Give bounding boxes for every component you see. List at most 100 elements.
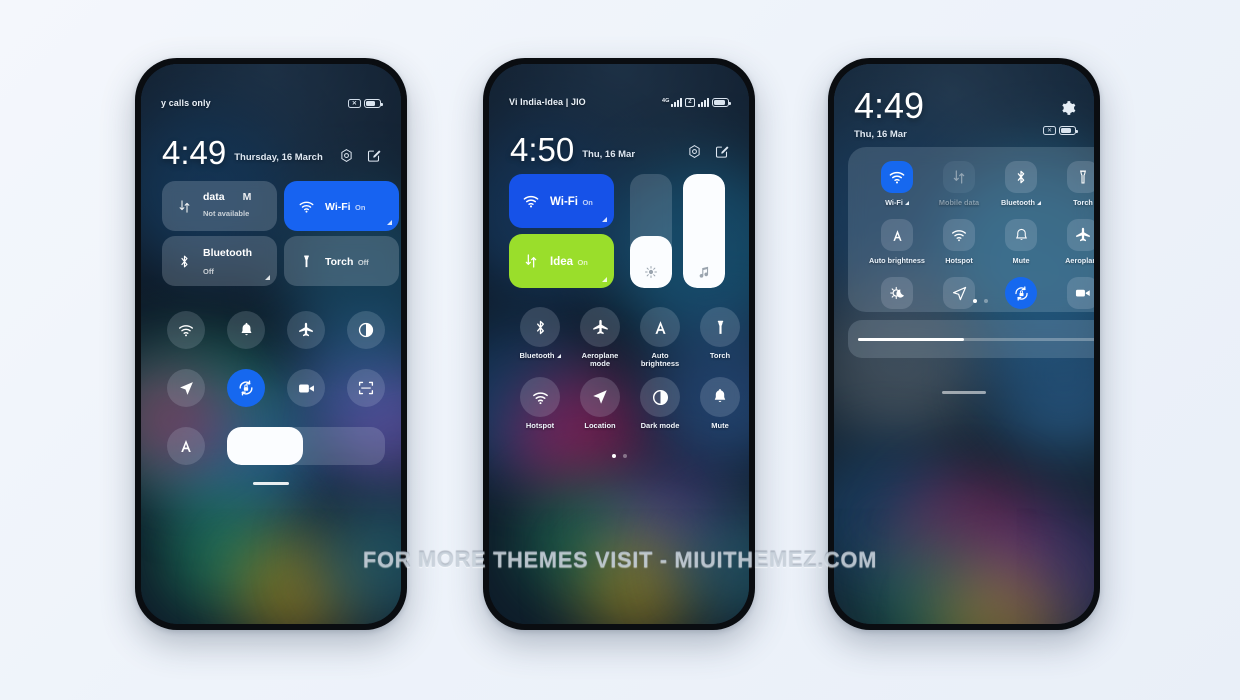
- expand-corner-icon[interactable]: [387, 220, 392, 225]
- qs-hotspot[interactable]: Hotspot: [928, 219, 990, 265]
- volume-slider[interactable]: [683, 174, 725, 288]
- qs-label: Dark mode: [640, 421, 680, 430]
- toggle-dark-mode[interactable]: [347, 311, 385, 349]
- aeroplane-icon: [1067, 219, 1094, 251]
- tile-title: Bluetooth: [203, 247, 252, 259]
- toggle-mute[interactable]: [227, 311, 265, 349]
- auto-brightness-icon: [881, 219, 913, 251]
- auto-brightness-icon: [181, 440, 191, 452]
- toggle-hotspot[interactable]: [167, 311, 205, 349]
- qs-label: Torch: [1073, 198, 1093, 207]
- qs-dark-mode[interactable]: Dark mode: [866, 277, 928, 312]
- clock-date: Thursday, 16 March: [234, 152, 323, 164]
- qs-label: Bluetooth: [1000, 198, 1036, 207]
- toggle-aeroplane-mode[interactable]: [287, 311, 325, 349]
- qs-torch[interactable]: Torch: [692, 307, 748, 360]
- tile-subtitle: Off: [357, 258, 369, 267]
- edit-icon[interactable]: [366, 148, 381, 163]
- torch-icon: [700, 307, 740, 347]
- qs-bluetooth[interactable]: Bluetooth: [512, 307, 568, 360]
- control-center-panel: Wi-Fi Mobile data Bluetooth Torch Auto b…: [848, 147, 1094, 312]
- gear-icon[interactable]: [1060, 100, 1076, 121]
- expand-corner-icon[interactable]: [265, 275, 270, 280]
- tile-mobile-data[interactable]: Idea On: [509, 234, 614, 288]
- qs-auto-brightness[interactable]: Auto brightness: [632, 307, 688, 369]
- brightness-slider[interactable]: [848, 320, 1094, 358]
- settings-octagon-icon[interactable]: [339, 148, 354, 163]
- page-indicator[interactable]: [973, 299, 988, 303]
- qs-screen-recorder[interactable]: Screen Re: [1052, 277, 1094, 312]
- phone-1-screen: y calls only ✕ 4:49 Thursday, 16 March d…: [141, 64, 401, 624]
- page-dot-2[interactable]: [984, 299, 988, 303]
- edit-icon[interactable]: [714, 144, 729, 159]
- dark-mode-icon: [358, 322, 374, 338]
- mobile-data-icon: [173, 199, 195, 214]
- sim-missing-icon: ✕: [1043, 126, 1056, 135]
- tile-torch[interactable]: Torch Off: [284, 236, 399, 286]
- bell-icon: [1005, 219, 1037, 251]
- toggle-auto-brightness[interactable]: [167, 427, 205, 465]
- expand-corner-icon[interactable]: [1037, 200, 1042, 205]
- toggle-screenshot[interactable]: [347, 369, 385, 407]
- location-icon: [179, 381, 193, 395]
- brightness-slider-track[interactable]: [858, 337, 1094, 341]
- brightness-sun-icon: [630, 265, 672, 279]
- expand-corner-icon[interactable]: [602, 217, 607, 222]
- tile-wifi[interactable]: Wi-Fi On: [284, 181, 399, 231]
- page-dot-2[interactable]: [623, 454, 627, 458]
- tile-bluetooth[interactable]: Bluetooth Off: [162, 236, 277, 286]
- expand-corner-icon[interactable]: [556, 354, 561, 359]
- tile-mobile-data[interactable]: data M Not available: [162, 181, 277, 231]
- qs-auto-brightness[interactable]: Auto brightness: [866, 219, 928, 265]
- phone-1-clock-row: 4:49 Thursday, 16 March: [162, 134, 323, 171]
- aeroplane-icon: [299, 322, 313, 337]
- qs-aeroplane-mode[interactable]: Aeroplane mode: [572, 307, 628, 369]
- lock-rotation-icon: [239, 380, 253, 396]
- qs-wifi[interactable]: Wi-Fi: [866, 161, 928, 207]
- tile-title: Wi-Fi: [325, 201, 351, 213]
- qs-label: Aeroplane mode: [581, 351, 619, 369]
- brightness-slider[interactable]: [227, 427, 385, 465]
- dark-mode-icon: [640, 377, 680, 417]
- qs-mute[interactable]: Mute: [692, 377, 748, 430]
- qs-bluetooth[interactable]: Bluetooth: [990, 161, 1052, 207]
- qs-mute[interactable]: Mute: [990, 219, 1052, 265]
- toggle-screen-recorder[interactable]: [287, 369, 325, 407]
- qs-location[interactable]: Location: [928, 277, 990, 312]
- hotspot-icon: [178, 325, 194, 337]
- clock-time: 4:49: [162, 134, 227, 171]
- qs-mobile-data[interactable]: Mobile data: [928, 161, 990, 207]
- phone-2-screen: Vi India-Idea | JIO 4G 2 4:50 Thu, 16 Ma…: [489, 64, 749, 624]
- page-dot-1[interactable]: [973, 299, 977, 303]
- qs-torch[interactable]: Torch: [1052, 161, 1094, 207]
- toggle-location[interactable]: [167, 369, 205, 407]
- torch-icon: [295, 254, 317, 269]
- expand-corner-icon[interactable]: [904, 200, 909, 205]
- expand-corner-icon[interactable]: [602, 277, 607, 282]
- phone-3: 4:49 Thu, 16 Mar ✕ Wi-Fi Mobile data Blu…: [828, 58, 1100, 630]
- phone-2-header-icons: [687, 144, 729, 159]
- page-dot-1[interactable]: [612, 454, 616, 458]
- brightness-slider[interactable]: [630, 174, 672, 288]
- phone-3-screen: 4:49 Thu, 16 Mar ✕ Wi-Fi Mobile data Blu…: [834, 64, 1094, 624]
- lock-rotation-icon: [1005, 277, 1037, 309]
- qs-label: Hotspot: [525, 421, 555, 430]
- brightness-slider-fill: [630, 235, 672, 288]
- toggle-lock-orientation[interactable]: [227, 369, 265, 407]
- wifi-icon: [520, 192, 542, 210]
- video-camera-icon: [298, 384, 314, 392]
- signal-icon-1: 4G: [662, 97, 682, 107]
- qs-aeroplane[interactable]: Aeroplane: [1052, 219, 1094, 265]
- tile-title: Torch: [325, 256, 354, 268]
- qs-location[interactable]: Location: [572, 377, 628, 430]
- qs-lock-orientation[interactable]: Lock orien: [990, 277, 1052, 312]
- page-indicator[interactable]: [612, 454, 627, 458]
- battery-icon: [364, 98, 383, 108]
- settings-octagon-icon[interactable]: [687, 144, 702, 159]
- phone-3-clock: 4:49 Thu, 16 Mar: [854, 87, 924, 140]
- aeroplane-icon: [580, 307, 620, 347]
- tile-wifi[interactable]: Wi-Fi On: [509, 174, 614, 228]
- qs-hotspot[interactable]: Hotspot: [512, 377, 568, 430]
- phone-2: Vi India-Idea | JIO 4G 2 4:50 Thu, 16 Ma…: [483, 58, 755, 630]
- qs-dark-mode[interactable]: Dark mode: [632, 377, 688, 430]
